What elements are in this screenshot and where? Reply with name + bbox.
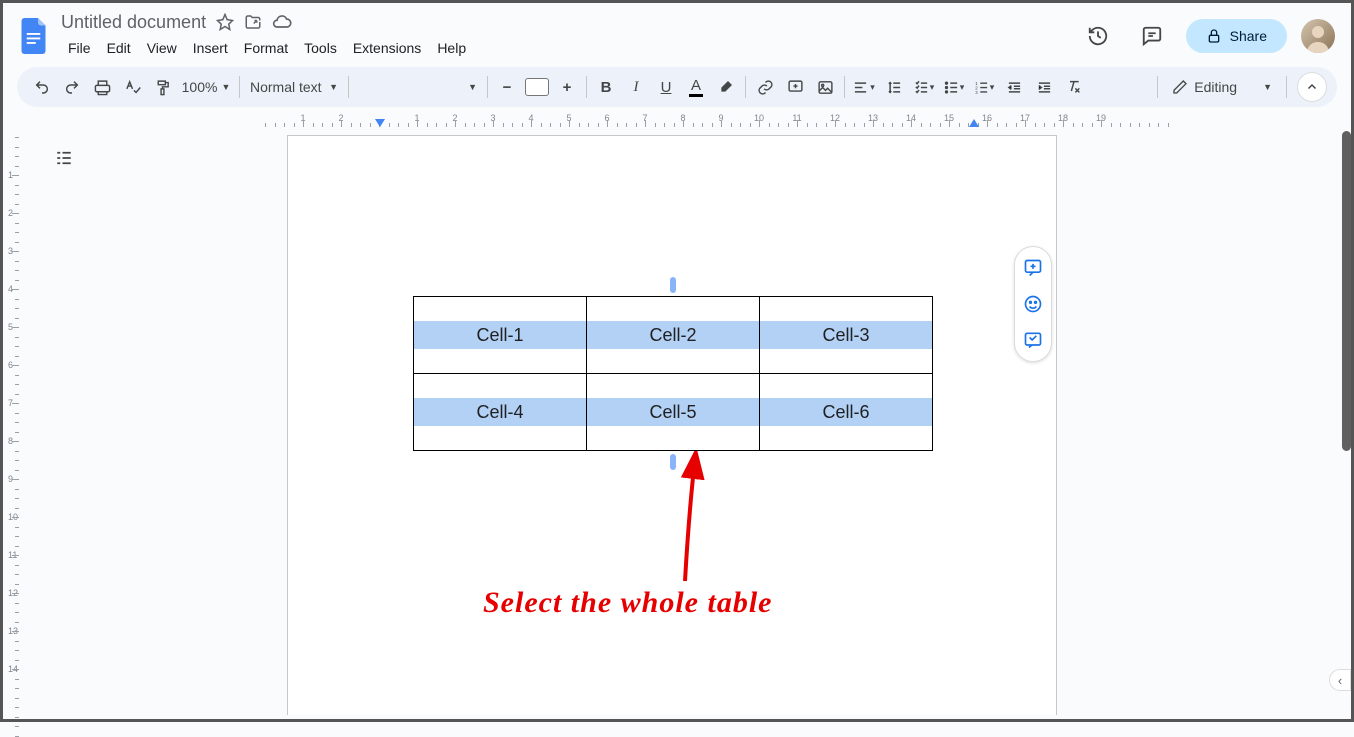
print-button[interactable] (88, 73, 116, 101)
menu-file[interactable]: File (61, 36, 98, 60)
table-row[interactable]: Cell-1 Cell-2 Cell-3 (414, 297, 933, 374)
table-cell[interactable]: Cell-4 (414, 374, 587, 451)
line-spacing-button[interactable] (880, 73, 908, 101)
add-comment-side-button[interactable] (1018, 253, 1048, 283)
align-button[interactable]: ▾ (850, 73, 878, 101)
spellcheck-button[interactable] (118, 73, 146, 101)
docs-logo-icon[interactable] (15, 16, 55, 56)
table-cell[interactable]: Cell-2 (587, 297, 760, 374)
svg-text:3: 3 (975, 89, 978, 94)
editing-mode-dropdown[interactable]: Editing ▼ (1162, 75, 1282, 99)
side-actions-panel (1014, 246, 1052, 362)
menu-extensions[interactable]: Extensions (346, 36, 428, 60)
lock-icon (1206, 28, 1222, 44)
table-cell[interactable]: Cell-6 (760, 374, 933, 451)
document-table[interactable]: Cell-1 Cell-2 Cell-3 Cell-4 Cell-5 Cell-… (413, 296, 933, 451)
menu-format[interactable]: Format (237, 36, 295, 60)
decrease-font-button[interactable]: − (493, 73, 521, 101)
table-cell[interactable]: Cell-5 (587, 374, 760, 451)
scrollbar-thumb[interactable] (1342, 131, 1351, 451)
collapse-toolbar-button[interactable] (1297, 72, 1327, 102)
menu-view[interactable]: View (140, 36, 184, 60)
text-color-button[interactable]: A (682, 73, 710, 101)
menu-edit[interactable]: Edit (100, 36, 138, 60)
star-icon[interactable] (216, 13, 234, 31)
menu-help[interactable]: Help (430, 36, 473, 60)
account-avatar[interactable] (1301, 19, 1335, 53)
first-line-indent-marker[interactable] (375, 119, 385, 129)
horizontal-ruler[interactable]: 2112345678910111213141516171819 (17, 113, 1337, 129)
insert-image-button[interactable] (811, 73, 839, 101)
redo-button[interactable] (58, 73, 86, 101)
table-cell[interactable]: Cell-3 (760, 297, 933, 374)
bulleted-list-button[interactable]: ▾ (940, 73, 968, 101)
table-cell[interactable]: Cell-1 (414, 297, 587, 374)
move-icon[interactable] (244, 13, 262, 31)
add-comment-button[interactable] (781, 73, 809, 101)
menu-bar: File Edit View Insert Format Tools Exten… (61, 34, 1078, 62)
increase-font-button[interactable]: + (553, 73, 581, 101)
underline-button[interactable]: U (652, 73, 680, 101)
decrease-indent-button[interactable] (1000, 73, 1028, 101)
italic-button[interactable]: I (622, 73, 650, 101)
increase-indent-button[interactable] (1030, 73, 1058, 101)
paragraph-style-dropdown[interactable]: Normal text▼ (244, 75, 344, 99)
document-title[interactable]: Untitled document (61, 12, 206, 33)
document-page[interactable]: Cell-1 Cell-2 Cell-3 Cell-4 Cell-5 Cell-… (287, 135, 1057, 715)
undo-button[interactable] (28, 73, 56, 101)
vertical-scrollbar[interactable] (1342, 131, 1351, 695)
highlight-button[interactable] (712, 73, 740, 101)
vertical-ruler[interactable]: 1234567891011121314 (5, 133, 21, 715)
suggest-edits-side-button[interactable] (1018, 325, 1048, 355)
zoom-dropdown[interactable]: 100%▼ (177, 75, 235, 99)
show-outline-button[interactable] (49, 143, 79, 173)
share-button[interactable]: Share (1186, 19, 1287, 53)
share-label: Share (1230, 28, 1267, 44)
add-emoji-side-button[interactable] (1018, 289, 1048, 319)
right-indent-marker[interactable] (969, 119, 979, 129)
insert-link-button[interactable] (751, 73, 779, 101)
checklist-button[interactable]: ▾ (910, 73, 938, 101)
menu-tools[interactable]: Tools (297, 36, 344, 60)
bold-button[interactable]: B (592, 73, 620, 101)
font-size-input[interactable] (525, 78, 549, 96)
selection-handle-top[interactable] (670, 277, 676, 293)
table-row[interactable]: Cell-4 Cell-5 Cell-6 (414, 374, 933, 451)
history-icon[interactable] (1078, 16, 1118, 56)
menu-insert[interactable]: Insert (186, 36, 235, 60)
title-bar: Untitled document File Edit View Insert … (3, 3, 1351, 63)
clear-formatting-button[interactable] (1060, 73, 1088, 101)
expand-sidepanel-button[interactable]: ‹ (1329, 669, 1351, 691)
toolbar: 100%▼ Normal text▼ ▼ − + B I U A ▾ ▾ ▾ 1… (17, 67, 1337, 107)
comment-icon[interactable] (1132, 16, 1172, 56)
cloud-status-icon[interactable] (272, 13, 292, 31)
font-dropdown[interactable]: ▼ (353, 78, 483, 96)
pencil-icon (1172, 79, 1188, 95)
numbered-list-button[interactable]: 123▾ (970, 73, 998, 101)
annotation-text: Select the whole table (483, 586, 772, 620)
paint-format-button[interactable] (148, 73, 176, 101)
annotation-arrow (645, 451, 725, 591)
